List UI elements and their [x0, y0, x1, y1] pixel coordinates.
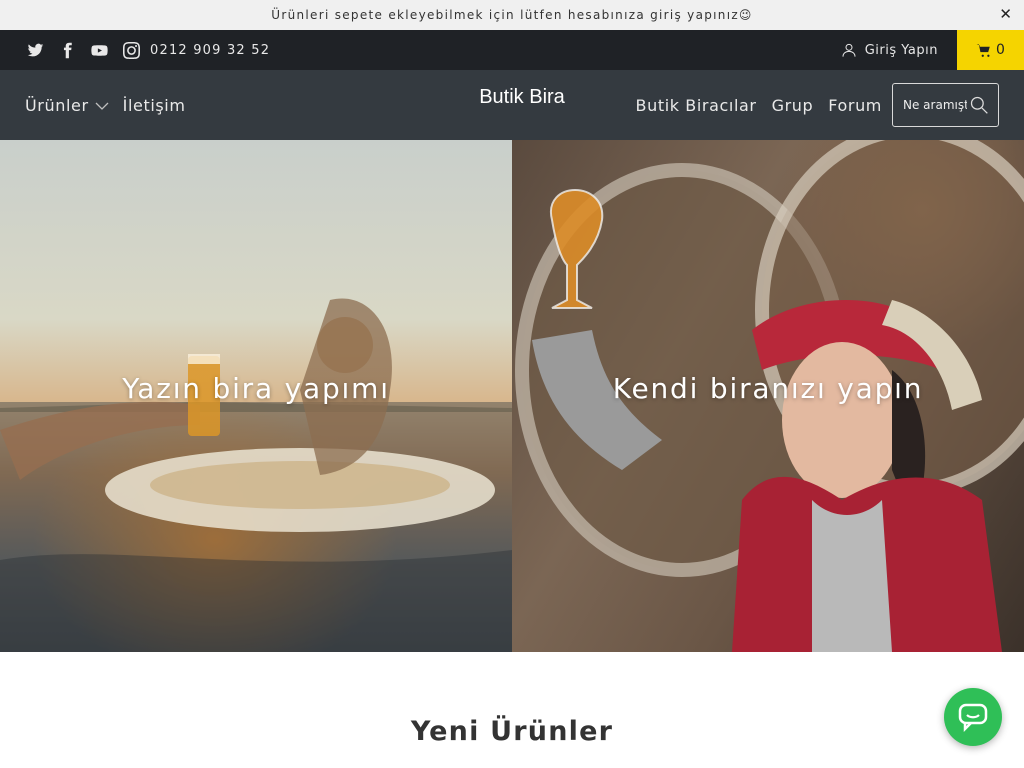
hero-caption: Kendi biranızı yapın — [612, 372, 924, 405]
search-icon[interactable] — [969, 95, 989, 115]
announcement-bar: Ürünleri sepete ekleyebilmek için lütfen… — [0, 0, 1024, 30]
social-links — [26, 41, 140, 59]
section-title: Yeni Ürünler — [410, 716, 614, 747]
facebook-icon[interactable] — [58, 41, 76, 59]
close-icon[interactable]: ✕ — [999, 5, 1012, 23]
hero-caption: Yazın bira yapımı — [122, 372, 390, 405]
search-input[interactable] — [903, 98, 967, 112]
nav-right: Butik Biracılar Grup Forum — [636, 70, 882, 140]
search-box — [892, 83, 999, 127]
youtube-icon[interactable] — [90, 41, 108, 59]
chat-button[interactable] — [944, 688, 1002, 746]
login-link[interactable]: Giriş Yapın — [841, 30, 938, 70]
cart-count: 0 — [996, 42, 1005, 58]
cart-button[interactable]: 0 — [957, 30, 1024, 70]
login-label: Giriş Yapın — [864, 42, 938, 58]
cart-icon — [976, 43, 990, 57]
top-bar: 0212 909 32 52 Giriş Yapın 0 — [0, 30, 1024, 70]
twitter-icon[interactable] — [26, 41, 44, 59]
main-nav: Ürünler İletişim Butik Bira Butik Biracı… — [0, 70, 1024, 140]
nav-item-grup[interactable]: Grup — [772, 96, 814, 115]
phone-number[interactable]: 0212 909 32 52 — [150, 43, 270, 58]
hero-banner: Yazın bira yapımı Kendi biranızı yapın — [0, 140, 1024, 652]
announcement-text: Ürünleri sepete ekleyebilmek için lütfen… — [271, 8, 753, 22]
nav-item-butik-biracilar[interactable]: Butik Biracılar — [636, 96, 757, 115]
hero-panel-summer-brewing[interactable]: Yazın bira yapımı — [0, 140, 512, 652]
instagram-icon[interactable] — [122, 41, 140, 59]
chat-icon — [958, 703, 988, 733]
user-icon — [842, 43, 856, 57]
nav-item-forum[interactable]: Forum — [828, 96, 882, 115]
hero-panel-brew-your-own[interactable]: Kendi biranızı yapın — [512, 140, 1024, 652]
